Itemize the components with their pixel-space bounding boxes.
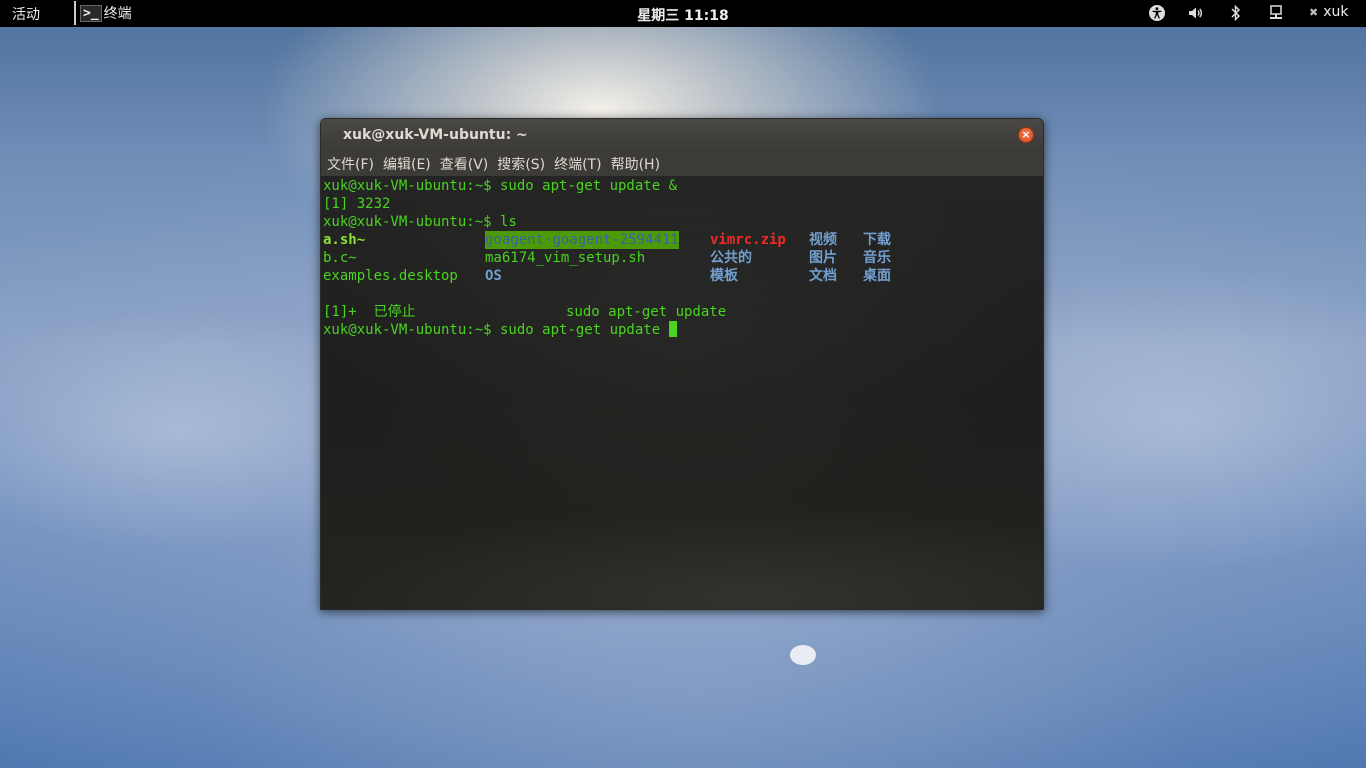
menu-terminal[interactable]: 终端(T) [554, 154, 601, 174]
ls-entry: goagent-goagent-2594411 [485, 231, 679, 249]
accessibility-icon[interactable] [1148, 4, 1166, 22]
terminal-icon: >_ [80, 4, 102, 22]
ls-entry: 音乐 [863, 250, 891, 266]
ls-entry: 桌面 [863, 268, 891, 284]
activities-button[interactable]: 活动 [12, 4, 40, 24]
bluetooth-icon[interactable] [1228, 4, 1244, 22]
terminal-window: xuk@xuk-VM-ubuntu: ~ × 文件(F) 编辑(E) 查看(V)… [320, 118, 1044, 610]
ls-row: b.c~ ma6174_vim_setup.sh 公共的 图片 音乐 [323, 249, 1023, 267]
prompt-text: xuk@xuk-VM-ubuntu:~$ sudo apt-get update [323, 322, 669, 338]
window-title: xuk@xuk-VM-ubuntu: ~ [343, 127, 528, 143]
wallpaper-highlight [790, 645, 816, 665]
terminal-output[interactable]: xuk@xuk-VM-ubuntu:~$ sudo apt-get update… [321, 176, 1043, 609]
ls-entry: ma6174_vim_setup.sh [485, 250, 646, 266]
job-status: [1]+ 已停止 [323, 304, 416, 320]
ls-row: examples.desktop OS 模板 文档 桌面 [323, 267, 1023, 285]
ls-entry: a.sh~ [323, 232, 366, 248]
ls-entry: vimrc.zip [710, 232, 786, 248]
menu-edit[interactable]: 编辑(E) [383, 154, 431, 174]
user-name: xuk [1323, 4, 1349, 20]
ls-entry: 视频 [809, 232, 837, 248]
menu-file[interactable]: 文件(F) [327, 154, 374, 174]
network-icon[interactable] [1268, 4, 1284, 22]
menu-bar: 文件(F) 编辑(E) 查看(V) 搜索(S) 终端(T) 帮助(H) [321, 151, 1043, 176]
terminal-line: xuk@xuk-VM-ubuntu:~$ sudo apt-get update… [323, 178, 678, 194]
app-menu[interactable]: >_ 终端 [74, 1, 132, 25]
app-menu-label: 终端 [103, 6, 132, 22]
menu-help[interactable]: 帮助(H) [611, 154, 660, 174]
clock[interactable]: 星期三 11:18 [600, 5, 766, 25]
close-icon[interactable]: × [1018, 127, 1034, 143]
ls-entry: 公共的 [710, 250, 752, 266]
ls-entry: 模板 [710, 268, 738, 284]
ls-entry: 文档 [809, 268, 837, 284]
terminal-line: [1] 3232 [323, 196, 391, 212]
ls-entry: examples.desktop [323, 268, 458, 284]
text-cursor [668, 321, 677, 337]
ls-entry: b.c~ [323, 250, 357, 266]
ls-entry: OS [485, 268, 502, 284]
window-titlebar[interactable]: xuk@xuk-VM-ubuntu: ~ × [321, 119, 1043, 151]
job-status-line: [1]+ 已停止 sudo apt-get update [323, 303, 1023, 321]
menu-search[interactable]: 搜索(S) [497, 154, 545, 174]
prompt-line: xuk@xuk-VM-ubuntu:~$ sudo apt-get update [323, 321, 677, 339]
user-icon: ✖ [1309, 5, 1319, 19]
user-menu[interactable]: ✖ xuk [1309, 4, 1348, 20]
volume-icon[interactable] [1187, 4, 1205, 22]
ls-entry: 图片 [809, 250, 837, 266]
terminal-line: xuk@xuk-VM-ubuntu:~$ ls [323, 214, 517, 230]
ls-entry: 下载 [863, 232, 891, 248]
ls-row: a.sh~ goagent-goagent-2594411 vimrc.zip … [323, 231, 1023, 249]
top-panel: 活动 >_ 终端 星期三 11:18 ✖ xuk [0, 0, 1366, 27]
job-command: sudo apt-get update [566, 304, 727, 320]
menu-view[interactable]: 查看(V) [440, 154, 489, 174]
